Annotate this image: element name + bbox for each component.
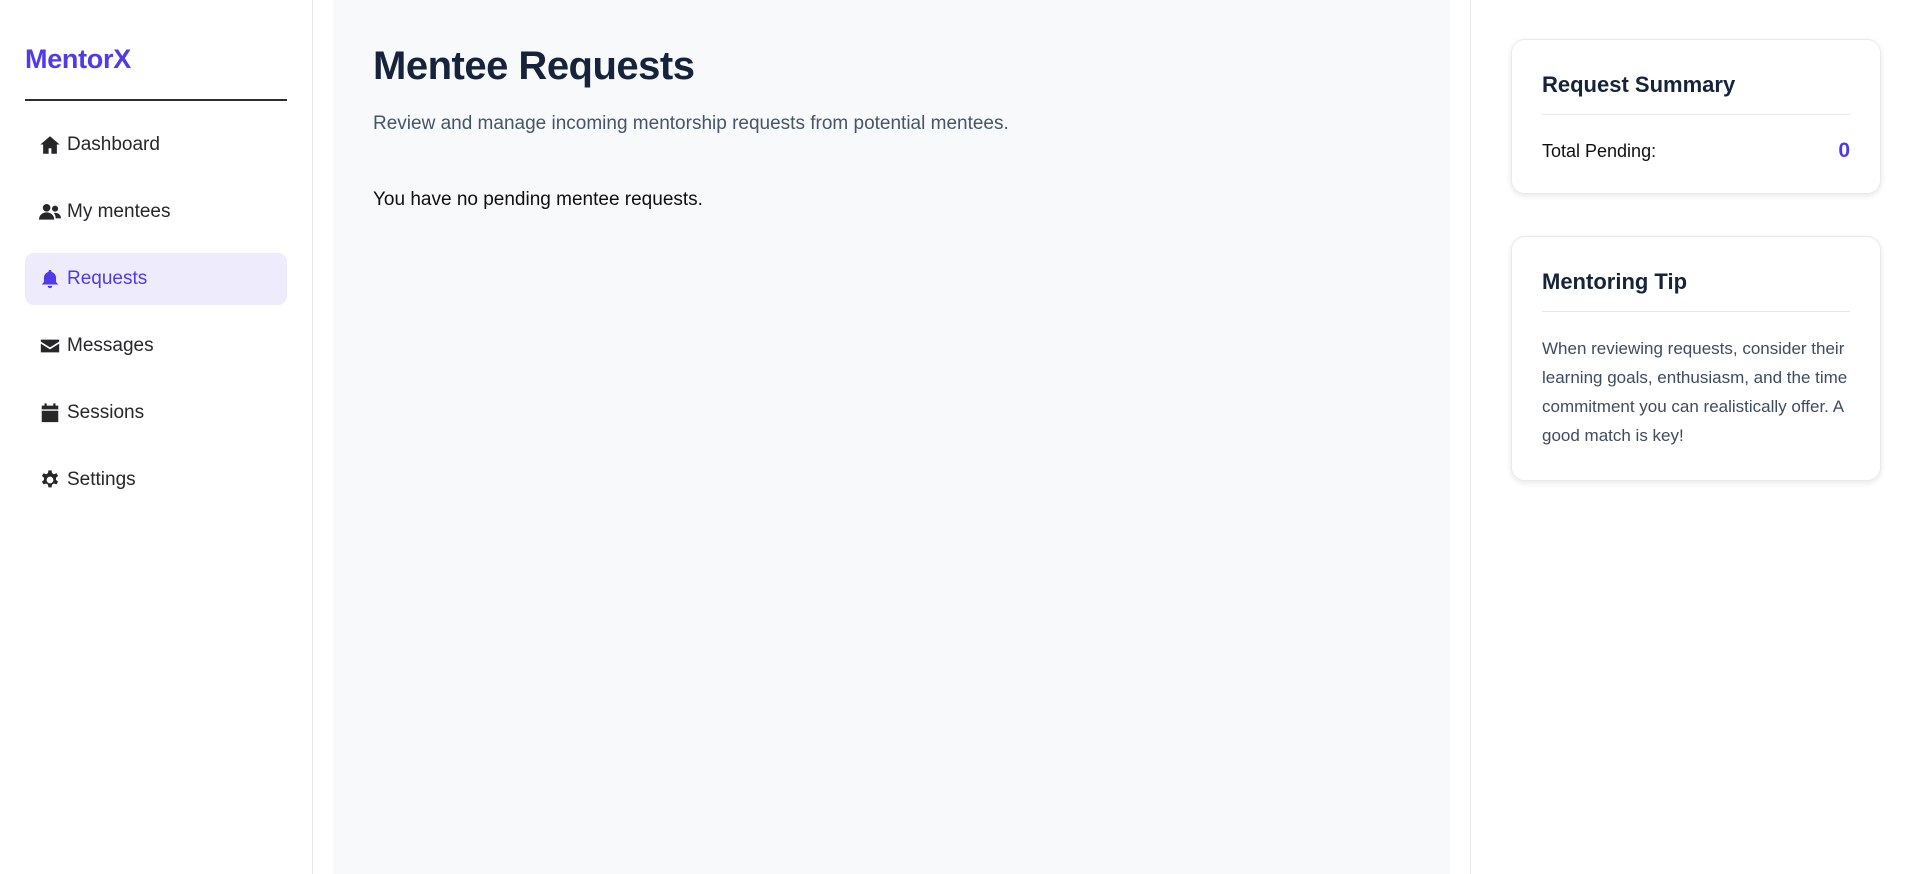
users-icon <box>39 203 61 220</box>
home-icon <box>40 136 60 154</box>
app-root: MentorX Dashboard My mentees Requests Me… <box>0 0 1919 874</box>
page-title: Mentee Requests <box>373 44 695 88</box>
sidebar-gutter <box>313 0 333 874</box>
sidebar-item-messages[interactable]: Messages <box>25 320 287 372</box>
request-summary-card: Request Summary Total Pending: 0 <box>1511 39 1881 194</box>
sidebar-item-label: Sessions <box>67 402 145 423</box>
total-pending-row: Total Pending: 0 <box>1542 139 1850 163</box>
brand-logo[interactable]: MentorX <box>25 44 287 101</box>
right-gutter <box>1450 0 1470 874</box>
mentoring-tip-text: When reviewing requests, consider their … <box>1542 339 1848 445</box>
request-summary-title: Request Summary <box>1542 72 1850 115</box>
bell-icon <box>41 269 59 289</box>
gear-icon <box>41 470 59 488</box>
sidebar-item-label: Requests <box>67 268 148 289</box>
total-pending-label: Total Pending: <box>1542 140 1657 161</box>
total-pending-count: 0 <box>1838 139 1850 162</box>
sidebar-item-sessions[interactable]: Sessions <box>25 387 287 439</box>
right-panel: Request Summary Total Pending: 0 Mentori… <box>1470 0 1919 874</box>
sidebar-nav: Dashboard My mentees Requests Messages S… <box>25 119 287 506</box>
sidebar-item-my-mentees[interactable]: My mentees <box>25 186 287 238</box>
sidebar-item-dashboard[interactable]: Dashboard <box>25 119 287 171</box>
sidebar-item-requests[interactable]: Requests <box>25 253 287 305</box>
sidebar-item-label: Messages <box>67 335 154 356</box>
calendar-icon <box>41 403 59 423</box>
mentoring-tip-card: Mentoring Tip When reviewing requests, c… <box>1511 236 1881 481</box>
mentoring-tip-title: Mentoring Tip <box>1542 269 1850 312</box>
sidebar-item-settings[interactable]: Settings <box>25 454 287 506</box>
main-content: Mentee Requests Review and manage incomi… <box>333 0 1450 874</box>
sidebar: MentorX Dashboard My mentees Requests Me… <box>0 0 313 874</box>
sidebar-item-label: Settings <box>67 469 136 490</box>
sidebar-item-label: My mentees <box>67 201 171 222</box>
page-subtitle: Review and manage incoming mentorship re… <box>373 113 1009 134</box>
envelope-icon <box>40 339 60 353</box>
sidebar-item-label: Dashboard <box>67 134 160 155</box>
empty-state-message: You have no pending mentee requests. <box>373 189 703 210</box>
